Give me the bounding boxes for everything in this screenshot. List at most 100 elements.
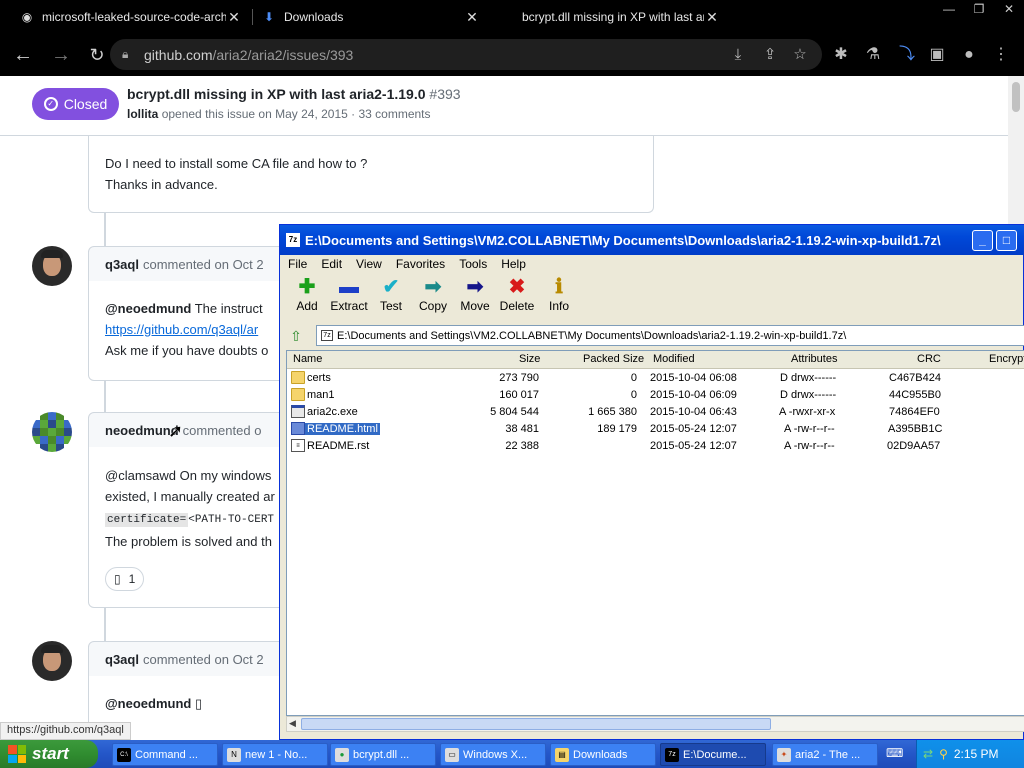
side-panel-icon[interactable]: ▣	[926, 44, 948, 66]
minimize-button[interactable]: _	[972, 230, 993, 251]
close-tab-icon[interactable]: ✕	[464, 9, 480, 26]
column-modified[interactable]: Modified	[653, 353, 695, 365]
copy-button[interactable]: ➡ Copy	[412, 275, 454, 321]
table-row[interactable]: README.html 38 481 189 179 2015-05-24 12…	[287, 421, 1024, 438]
column-packed-size[interactable]: Packed Size	[583, 353, 644, 365]
path-field[interactable]: 7z E:\Documents and Settings\VM2.COLLABN…	[316, 325, 1024, 346]
user-mention[interactable]: @neoedmund	[105, 301, 191, 316]
column-size[interactable]: Size	[519, 353, 540, 365]
share-icon[interactable]: ⇪	[760, 45, 780, 65]
menu-tools[interactable]: Tools	[459, 257, 487, 271]
forward-arrow-icon[interactable]: →	[46, 40, 76, 70]
column-encrypted[interactable]: Encrypt	[989, 353, 1024, 365]
restore-button[interactable]: ❐	[964, 0, 994, 18]
html-file-icon	[291, 422, 305, 435]
taskbar-button-downloads[interactable]: ▤ Downloads	[550, 743, 656, 766]
tab-leaked-source[interactable]: ◉ microsoft-leaked-source-code-archi ✕	[20, 0, 242, 34]
archive-icon: 7z	[321, 330, 333, 341]
tab-downloads[interactable]: ⬇ Downloads ✕	[262, 0, 480, 34]
window-title-bar[interactable]: 7z E:\Documents and Settings\VM2.COLLABN…	[280, 225, 1024, 255]
repo-link[interactable]: https://github.com/q3aql/ar	[105, 322, 258, 337]
taskbar-button-command[interactable]: C:\ Command ...	[112, 743, 218, 766]
status-badge: ✓ Closed	[32, 88, 119, 120]
comment-text: The instruct	[191, 301, 263, 316]
console-icon: C:\	[117, 747, 131, 762]
taskbar-button-windows-explorer[interactable]: ▭ Windows X...	[440, 743, 546, 766]
column-attributes[interactable]: Attributes	[791, 353, 837, 365]
table-row[interactable]: ≡ README.rst 22 388 2015-05-24 12:07 A -…	[287, 438, 1024, 455]
menu-file[interactable]: File	[288, 257, 307, 271]
comment-author[interactable]: q3aql	[105, 257, 139, 272]
url-path: /aria2/aria2/issues/393	[212, 46, 354, 63]
table-row[interactable]: man1 160 017 0 2015-10-04 06:09 D drwx--…	[287, 387, 1024, 404]
file-list: Name Size Packed Size Modified Attribute…	[286, 350, 1024, 716]
taskbar-button-notepad[interactable]: Nnew 1 - No...	[222, 743, 328, 766]
issue-title[interactable]: bcrypt.dll missing in XP with last aria2…	[127, 86, 461, 102]
install-app-icon[interactable]: ⤓	[728, 45, 748, 65]
issue-meta-text: opened this issue on May 24, 2015 · 33 c…	[161, 107, 431, 121]
download-status-icon[interactable]: ⤵	[896, 44, 918, 66]
network-icon[interactable]: ⇄	[923, 747, 933, 761]
extensions-icon[interactable]: ✱	[830, 44, 852, 66]
menu-favorites[interactable]: Favorites	[396, 257, 445, 271]
taskbar-button-7zip[interactable]: 7z E:\Docume...	[660, 743, 766, 766]
info-icon: ℹ	[555, 276, 563, 298]
minimize-button[interactable]: —	[934, 0, 964, 18]
clock[interactable]: 2:15 PM	[954, 747, 999, 761]
notepad-icon: N	[227, 747, 241, 762]
column-crc[interactable]: CRC	[917, 353, 941, 365]
comment-author[interactable]: q3aql	[105, 652, 139, 667]
info-button[interactable]: ℹ Info	[538, 275, 580, 321]
column-name[interactable]: Name	[293, 353, 322, 365]
user-mention[interactable]: @neoedmund	[105, 696, 191, 711]
menu-edit[interactable]: Edit	[321, 257, 342, 271]
reaction-button[interactable]: ▯ 1	[105, 567, 145, 591]
table-row[interactable]: certs 273 790 0 2015-10-04 06:08 D drwx-…	[287, 370, 1024, 387]
inline-code-rest: <PATH-TO-CERT	[188, 514, 275, 526]
move-button[interactable]: ➡ Move	[454, 275, 496, 321]
menu-view[interactable]: View	[356, 257, 382, 271]
start-button[interactable]: start	[0, 740, 98, 768]
table-row[interactable]: aria2c.exe 5 804 544 1 665 380 2015-10-0…	[287, 404, 1024, 421]
close-tab-icon[interactable]: ✕	[704, 9, 720, 26]
keyboard-icon[interactable]: ⌨	[886, 746, 903, 760]
reload-icon[interactable]: ↻	[82, 40, 112, 70]
avatar[interactable]	[32, 412, 72, 452]
window-title: E:\Documents and Settings\VM2.COLLABNET\…	[305, 232, 941, 248]
list-header: Name Size Packed Size Modified Attribute…	[287, 351, 1024, 369]
scrollbar-thumb[interactable]	[1012, 82, 1020, 112]
taskbar-button-chrome[interactable]: ● bcrypt.dll ...	[330, 743, 436, 766]
close-window-button[interactable]: ✕	[994, 0, 1024, 18]
taskbar-button-aria2[interactable]: ✦ aria2 - The ...	[772, 743, 878, 766]
comment-meta[interactable]: commented on Oct 2	[143, 652, 264, 667]
profile-avatar-icon[interactable]: ●	[958, 44, 980, 66]
comment-meta[interactable]: commented on Oct 2	[143, 257, 264, 272]
tab-label: bcrypt.dll missing in XP with last aria	[522, 10, 704, 24]
more-menu-icon[interactable]: ⋮	[990, 44, 1012, 66]
back-arrow-icon[interactable]: ←	[8, 40, 38, 70]
bookmark-star-icon[interactable]: ☆	[790, 45, 810, 65]
test-button[interactable]: ✔ Test	[370, 275, 412, 321]
maximize-button[interactable]: □	[996, 230, 1017, 251]
add-button[interactable]: ✚ Add	[286, 275, 328, 321]
path-text: E:\Documents and Settings\VM2.COLLABNET\…	[337, 329, 847, 342]
labs-flask-icon[interactable]: ⚗	[862, 44, 884, 66]
avatar[interactable]	[32, 246, 72, 286]
scrollbar-thumb[interactable]	[301, 718, 771, 730]
horizontal-scrollbar[interactable]: ◀	[286, 716, 1024, 732]
extract-button[interactable]: ▬ Extract	[328, 275, 370, 321]
toolbar: ✚ Add ▬ Extract ✔ Test ➡ Copy ➡ Move ✖ Delete …	[280, 275, 1024, 321]
search-icon[interactable]: ⚲	[939, 747, 948, 761]
up-folder-icon[interactable]: ⇧	[286, 326, 306, 346]
address-row: ⇧ 7z E:\Documents and Settings\VM2.COLLA…	[286, 325, 1024, 347]
avatar[interactable]	[32, 641, 72, 681]
address-bar[interactable]: 🔒︎ github.com/aria2/aria2/issues/393 ⤓ ⇪…	[110, 39, 822, 70]
comment-body: Do I need to install some CA file and ho…	[105, 153, 645, 195]
tab-bcrypt-issue[interactable]: bcrypt.dll missing in XP with last aria …	[522, 0, 720, 34]
comment-meta[interactable]: commented o	[183, 423, 262, 438]
close-tab-icon[interactable]: ✕	[226, 9, 242, 26]
menu-help[interactable]: Help	[501, 257, 526, 271]
issue-author[interactable]: lollita	[127, 107, 158, 121]
delete-button[interactable]: ✖ Delete	[496, 275, 538, 321]
scroll-left-icon[interactable]: ◀	[289, 718, 296, 729]
